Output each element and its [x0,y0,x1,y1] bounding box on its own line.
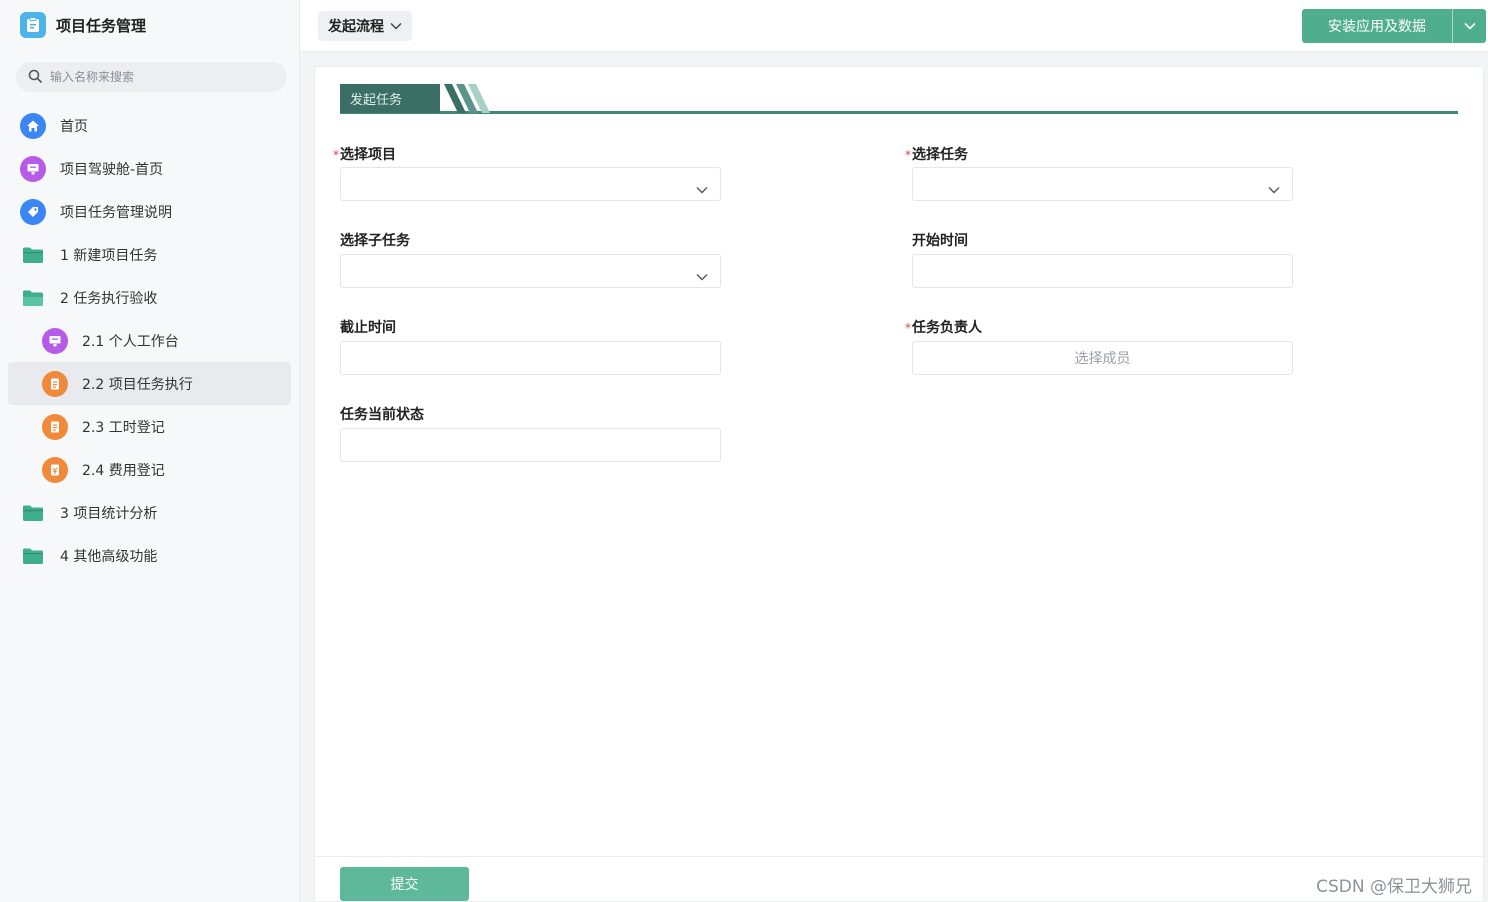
sidebar-item-statistics[interactable]: 3 项目统计分析 [8,491,291,534]
start-time-field-label: 开始时间 [912,230,968,250]
project-select[interactable] [340,167,721,201]
sidebar-item-expenses[interactable]: 2.4 费用登记 [8,448,291,491]
status-input[interactable] [340,428,721,462]
section-stripes-decoration [444,84,490,113]
search-input[interactable] [48,69,268,85]
sidebar-item-label: 2.4 费用登记 [82,462,165,479]
required-mark: * [333,148,339,162]
sidebar-item-label: 1 新建项目任务 [60,247,158,264]
expense-icon [42,456,68,483]
clipboard-icon [20,12,46,38]
install-app-label: 安装应用及数据 [1328,19,1426,35]
start-time-input[interactable] [912,254,1293,288]
section-header: 发起任务 [340,84,1458,116]
sidebar-item-home[interactable]: 首页 [8,104,291,147]
sidebar: 项目任务管理 首页 项目驾驶舱-首页 项目任务管理说明 [0,0,300,902]
task-label-text: 选择任务 [912,147,968,163]
start-flow-dropdown[interactable]: 发起流程 [318,11,412,41]
install-app-menu-toggle[interactable] [1452,9,1486,43]
tag-icon [20,198,46,225]
sidebar-item-label: 2.2 项目任务执行 [82,376,193,393]
dashboard-icon [20,155,46,182]
section-divider [340,111,1458,114]
chevron-down-icon [696,266,708,285]
folder-icon [20,500,46,526]
dashboard-icon [42,327,68,354]
start-time-label-text: 开始时间 [912,233,968,249]
task-select[interactable] [912,167,1293,201]
sidebar-item-label: 项目任务管理说明 [60,204,172,221]
owner-field-label: *任务负责人 [905,317,982,337]
subtask-field-label: 选择子任务 [340,230,410,250]
install-app-main[interactable]: 安装应用及数据 [1302,9,1452,43]
status-label-text: 任务当前状态 [340,407,424,423]
watermark: CSDN @保卫大狮兄 [1316,877,1472,897]
status-field-label: 任务当前状态 [340,404,424,424]
sidebar-item-label: 4 其他高级功能 [60,548,158,565]
folder-open-icon [20,285,46,311]
select-member-label: 选择成员 [1074,351,1131,367]
home-icon [20,112,46,139]
sidebar-item-label: 项目驾驶舱-首页 [60,161,164,178]
project-label-text: 选择项目 [340,147,396,163]
document-icon [42,370,68,397]
chevron-down-icon [696,179,708,198]
app-title: 项目任务管理 [56,16,147,35]
section-title-text: 发起任务 [350,93,403,108]
subtask-label-text: 选择子任务 [340,233,410,249]
select-member-button[interactable]: 选择成员 [912,341,1293,375]
folder-icon [20,543,46,569]
task-field-label: *选择任务 [905,144,968,164]
sidebar-item-label: 2.3 工时登记 [82,419,165,436]
project-field-label: *选择项目 [333,144,396,164]
sidebar-item-label: 2 任务执行验收 [60,290,158,307]
top-bar: 发起流程 安装应用及数据 [300,0,1488,52]
sidebar-item-task-execution[interactable]: 2.2 项目任务执行 [8,362,291,405]
sidebar-item-label: 首页 [60,118,88,135]
search-icon [28,68,42,87]
submit-button[interactable]: 提交 [340,867,469,901]
footer-divider [314,856,1484,857]
sidebar-item-timesheet[interactable]: 2.3 工时登记 [8,405,291,448]
owner-label-text: 任务负责人 [912,320,982,336]
subtask-select[interactable] [340,254,721,288]
install-app-button[interactable]: 安装应用及数据 [1302,9,1486,43]
sidebar-item-personal-workspace[interactable]: 2.1 个人工作台 [8,319,291,362]
chevron-down-icon [390,18,402,34]
folder-icon [20,242,46,268]
chevron-down-icon [1268,179,1280,198]
app-header: 项目任务管理 [20,12,146,38]
required-mark: * [905,321,911,335]
sidebar-item-dashboard-home[interactable]: 项目驾驶舱-首页 [8,147,291,190]
sidebar-item-label: 2.1 个人工作台 [82,333,179,350]
start-flow-label: 发起流程 [328,19,384,35]
end-time-input[interactable] [340,341,721,375]
sidebar-item-execution-acceptance[interactable]: 2 任务执行验收 [8,276,291,319]
sidebar-item-instructions[interactable]: 项目任务管理说明 [8,190,291,233]
end-time-field-label: 截止时间 [340,317,396,337]
required-mark: * [905,148,911,162]
sidebar-item-label: 3 项目统计分析 [60,505,158,522]
sidebar-item-new-task[interactable]: 1 新建项目任务 [8,233,291,276]
document-icon [42,413,68,440]
chevron-down-icon [1463,18,1476,34]
search-box[interactable] [16,62,287,92]
end-time-label-text: 截止时间 [340,320,396,336]
sidebar-item-advanced[interactable]: 4 其他高级功能 [8,534,291,577]
section-title: 发起任务 [340,84,440,113]
